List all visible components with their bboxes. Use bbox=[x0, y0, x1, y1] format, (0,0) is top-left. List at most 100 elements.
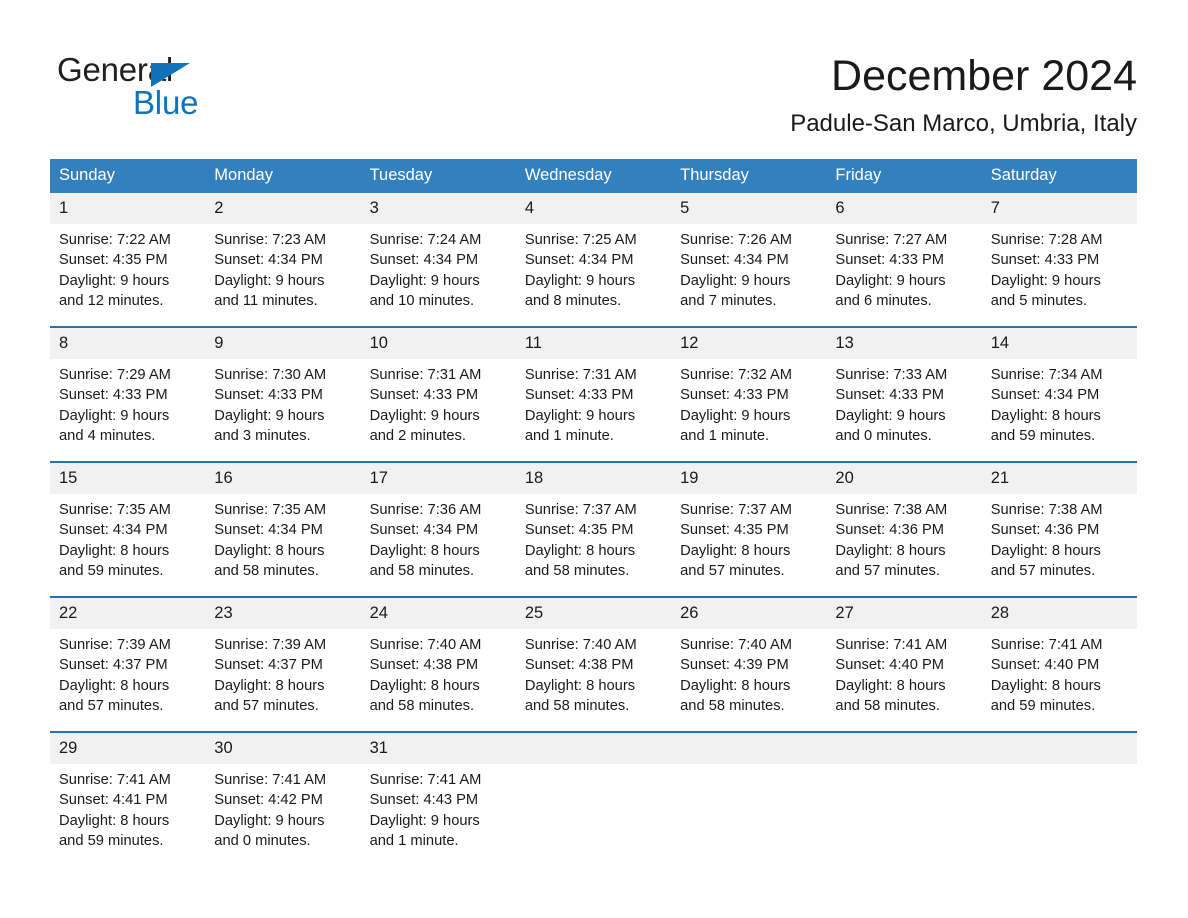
daylight-duration-line1: Daylight: 9 hours bbox=[59, 407, 170, 424]
sunrise-time: Sunrise: 7:40 AM bbox=[524, 637, 637, 653]
sunrise-time: Sunrise: 7:41 AM bbox=[214, 772, 327, 788]
calendar-page: General Blue December 2024 Padule-San Ma… bbox=[0, 0, 1188, 918]
sunset-time: Sunset: 4:34 PM bbox=[524, 252, 634, 269]
sunrise-time: Sunrise: 7:33 AM bbox=[835, 367, 948, 383]
daylight-duration-line2: and 5 minutes. bbox=[990, 292, 1088, 309]
calendar-day-cell[interactable]: 12 Sunrise: 7:32 AM Sunset: 4:33 PM Dayligh… bbox=[671, 326, 827, 462]
calendar-day-cell[interactable]: 9 Sunrise: 7:30 AM Sunset: 4:33 PM Daylight… bbox=[205, 326, 361, 462]
daylight-duration-line1: Daylight: 9 hours bbox=[680, 407, 791, 424]
calendar-day-cell[interactable]: 31 Sunrise: 7:41 AM Sunset: 4:43 PM Dayligh… bbox=[360, 731, 516, 866]
day-cell-inner: 3 Sunrise: 7:24 AM Sunset: 4:34 PM Daylight… bbox=[360, 193, 516, 326]
daylight-duration-line2: and 58 minutes. bbox=[214, 562, 319, 579]
day-cell-inner: 28 Sunrise: 7:41 AM Sunset: 4:40 PM Dayligh… bbox=[981, 598, 1137, 731]
day-details: Sunrise: 7:37 AM Sunset: 4:35 PM Daylight:… bbox=[516, 494, 671, 581]
daylight-duration-line2: and 58 minutes. bbox=[369, 562, 475, 579]
weekday-header-friday: Friday bbox=[826, 159, 982, 193]
day-number: 26 bbox=[671, 598, 827, 629]
weekday-header-thursday: Thursday bbox=[671, 159, 827, 193]
calendar-day-cell[interactable]: 29 Sunrise: 7:41 AM Sunset: 4:41 PM Dayligh… bbox=[50, 731, 206, 866]
daylight-duration-line2: and 3 minutes. bbox=[214, 427, 311, 444]
day-details: Sunrise: 7:25 AM Sunset: 4:34 PM Daylight:… bbox=[516, 224, 671, 311]
sunset-time: Sunset: 4:33 PM bbox=[835, 252, 944, 269]
day-number: 25 bbox=[515, 598, 672, 629]
day-details: Sunrise: 7:24 AM Sunset: 4:34 PM Daylight:… bbox=[361, 224, 516, 311]
calendar-day-cell[interactable]: 19 Sunrise: 7:37 AM Sunset: 4:35 PM Dayligh… bbox=[671, 461, 827, 597]
sunset-time: Sunset: 4:38 PM bbox=[524, 657, 634, 674]
day-details: Sunrise: 7:23 AM Sunset: 4:34 PM Daylight:… bbox=[205, 224, 360, 311]
calendar-day-cell[interactable]: 18 Sunrise: 7:37 AM Sunset: 4:35 PM Dayligh… bbox=[515, 461, 672, 597]
daylight-duration-line2: and 2 minutes. bbox=[369, 427, 466, 444]
day-cell-inner bbox=[826, 733, 982, 866]
calendar-day-cell[interactable]: 21 Sunrise: 7:38 AM Sunset: 4:36 PM Dayligh… bbox=[981, 461, 1137, 597]
calendar-day-cell[interactable]: 23 Sunrise: 7:39 AM Sunset: 4:37 PM Dayligh… bbox=[205, 596, 361, 732]
daylight-duration-line2: and 8 minutes. bbox=[524, 292, 622, 309]
calendar-day-cell[interactable]: 7 Sunrise: 7:28 AM Sunset: 4:33 PM Daylight… bbox=[981, 193, 1137, 327]
sunrise-time: Sunrise: 7:29 AM bbox=[59, 367, 171, 383]
calendar-day-cell[interactable]: 3 Sunrise: 7:24 AM Sunset: 4:34 PM Daylight… bbox=[360, 193, 516, 327]
day-number: 3 bbox=[360, 193, 516, 224]
sunrise-time: Sunrise: 7:34 AM bbox=[990, 367, 1103, 383]
calendar-day-cell[interactable]: 30 Sunrise: 7:41 AM Sunset: 4:42 PM Dayligh… bbox=[205, 731, 361, 866]
sunset-time: Sunset: 4:34 PM bbox=[214, 522, 323, 539]
daylight-duration-line2: and 59 minutes. bbox=[990, 697, 1096, 714]
calendar-day-cell[interactable]: 26 Sunrise: 7:40 AM Sunset: 4:39 PM Dayligh… bbox=[671, 596, 827, 732]
daylight-duration-line1: Daylight: 8 hours bbox=[990, 542, 1101, 559]
day-cell-inner bbox=[515, 733, 672, 866]
daylight-duration-line1: Daylight: 9 hours bbox=[369, 812, 480, 829]
calendar-day-cell[interactable]: 16 Sunrise: 7:35 AM Sunset: 4:34 PM Dayligh… bbox=[205, 461, 361, 597]
day-number: 22 bbox=[50, 598, 206, 629]
day-cell-inner: 8 Sunrise: 7:29 AM Sunset: 4:33 PM Daylight… bbox=[50, 328, 206, 461]
calendar-day-cell[interactable]: 11 Sunrise: 7:31 AM Sunset: 4:33 PM Dayligh… bbox=[515, 326, 672, 462]
daylight-duration-line1: Daylight: 9 hours bbox=[524, 407, 636, 424]
calendar-day-cell[interactable]: 10 Sunrise: 7:31 AM Sunset: 4:33 PM Dayligh… bbox=[360, 326, 516, 462]
sunrise-sunset-calendar: Sunday Monday Tuesday Wednesday Thursday… bbox=[50, 159, 1137, 866]
day-number bbox=[671, 733, 827, 764]
day-number: 16 bbox=[205, 463, 361, 494]
calendar-day-cell[interactable]: 2 Sunrise: 7:23 AM Sunset: 4:34 PM Daylight… bbox=[205, 193, 361, 327]
calendar-day-cell[interactable]: 4 Sunrise: 7:25 AM Sunset: 4:34 PM Daylight… bbox=[515, 193, 672, 327]
daylight-duration-line1: Daylight: 8 hours bbox=[214, 677, 325, 694]
sunrise-time: Sunrise: 7:25 AM bbox=[524, 232, 637, 248]
calendar-day-cell[interactable]: 14 Sunrise: 7:34 AM Sunset: 4:34 PM Dayligh… bbox=[981, 326, 1137, 462]
day-number: 11 bbox=[515, 328, 672, 359]
sunrise-time: Sunrise: 7:22 AM bbox=[59, 232, 171, 248]
general-blue-logo[interactable]: General Blue bbox=[57, 52, 287, 122]
daylight-duration-line1: Daylight: 9 hours bbox=[369, 272, 480, 289]
day-number: 30 bbox=[205, 733, 361, 764]
daylight-duration-line1: Daylight: 8 hours bbox=[59, 677, 170, 694]
day-details: Sunrise: 7:40 AM Sunset: 4:38 PM Daylight:… bbox=[361, 629, 516, 716]
calendar-day-cell[interactable]: 15 Sunrise: 7:35 AM Sunset: 4:34 PM Dayligh… bbox=[50, 461, 206, 597]
sunset-time: Sunset: 4:37 PM bbox=[214, 657, 323, 674]
day-number bbox=[826, 733, 982, 764]
sunset-time: Sunset: 4:34 PM bbox=[59, 522, 168, 539]
day-number bbox=[515, 733, 672, 764]
calendar-day-cell[interactable]: 13 Sunrise: 7:33 AM Sunset: 4:33 PM Dayligh… bbox=[826, 326, 982, 462]
weekday-header-row: Sunday Monday Tuesday Wednesday Thursday… bbox=[50, 159, 1137, 193]
daylight-duration-line1: Daylight: 8 hours bbox=[214, 542, 325, 559]
sunset-time: Sunset: 4:39 PM bbox=[680, 657, 789, 674]
day-number: 31 bbox=[360, 733, 516, 764]
calendar-day-cell[interactable]: 1 Sunrise: 7:22 AM Sunset: 4:35 PM Daylight… bbox=[50, 193, 206, 327]
title-block: December 2024 Padule-San Marco, Umbria, … bbox=[790, 50, 1137, 140]
day-details: Sunrise: 7:27 AM Sunset: 4:33 PM Daylight:… bbox=[826, 224, 981, 311]
sunrise-time: Sunrise: 7:23 AM bbox=[214, 232, 327, 248]
calendar-day-cell[interactable]: 27 Sunrise: 7:41 AM Sunset: 4:40 PM Dayligh… bbox=[826, 596, 982, 732]
calendar-day-cell[interactable]: 28 Sunrise: 7:41 AM Sunset: 4:40 PM Dayligh… bbox=[981, 596, 1137, 732]
sunrise-time: Sunrise: 7:38 AM bbox=[990, 502, 1103, 518]
calendar-day-cell[interactable]: 24 Sunrise: 7:40 AM Sunset: 4:38 PM Dayligh… bbox=[360, 596, 516, 732]
calendar-day-cell[interactable]: 5 Sunrise: 7:26 AM Sunset: 4:34 PM Daylight… bbox=[671, 193, 827, 327]
calendar-day-cell[interactable]: 6 Sunrise: 7:27 AM Sunset: 4:33 PM Daylight… bbox=[826, 193, 982, 327]
calendar-day-cell[interactable]: 20 Sunrise: 7:38 AM Sunset: 4:36 PM Dayligh… bbox=[826, 461, 982, 597]
calendar-day-cell[interactable]: 25 Sunrise: 7:40 AM Sunset: 4:38 PM Dayligh… bbox=[515, 596, 672, 732]
sunrise-time: Sunrise: 7:27 AM bbox=[835, 232, 948, 248]
sunrise-time: Sunrise: 7:36 AM bbox=[369, 502, 482, 518]
calendar-day-cell[interactable]: 8 Sunrise: 7:29 AM Sunset: 4:33 PM Daylight… bbox=[50, 326, 206, 462]
calendar-day-cell[interactable]: 17 Sunrise: 7:36 AM Sunset: 4:34 PM Dayligh… bbox=[360, 461, 516, 597]
calendar-day-cell[interactable]: 22 Sunrise: 7:39 AM Sunset: 4:37 PM Dayligh… bbox=[50, 596, 206, 732]
day-cell-inner: 11 Sunrise: 7:31 AM Sunset: 4:33 PM Dayligh… bbox=[515, 328, 672, 461]
day-cell-inner: 4 Sunrise: 7:25 AM Sunset: 4:34 PM Daylight… bbox=[515, 193, 672, 326]
day-cell-inner: 29 Sunrise: 7:41 AM Sunset: 4:41 PM Dayligh… bbox=[50, 733, 206, 866]
sunset-time: Sunset: 4:40 PM bbox=[835, 657, 944, 674]
day-details: Sunrise: 7:39 AM Sunset: 4:37 PM Daylight:… bbox=[50, 629, 205, 716]
day-number: 8 bbox=[50, 328, 206, 359]
